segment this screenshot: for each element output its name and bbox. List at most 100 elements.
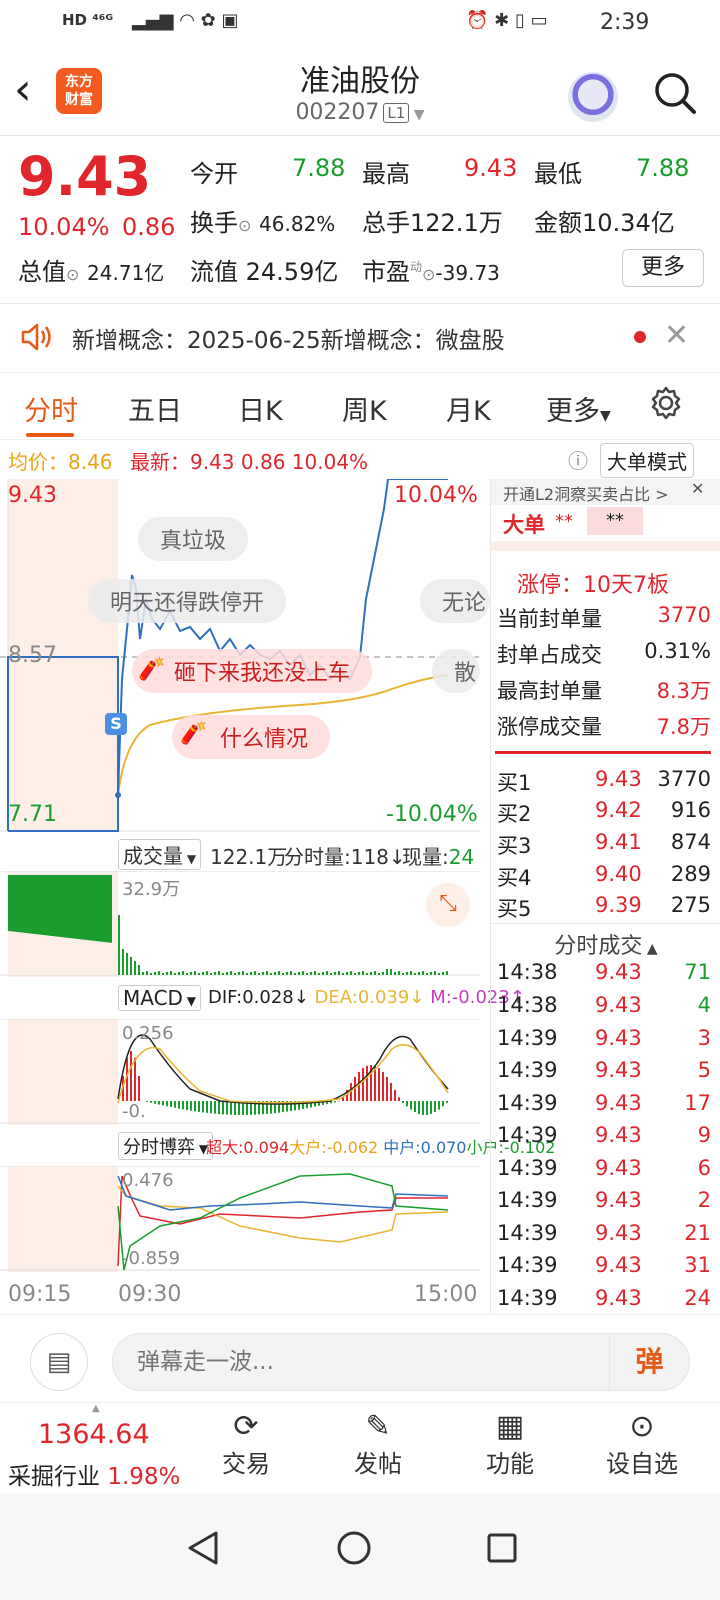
volume-bar <box>302 971 304 975</box>
turnover-value: 46.82% <box>259 212 336 236</box>
macd-bar <box>182 1101 184 1110</box>
danmu-bubble[interactable]: 散 <box>432 649 481 693</box>
bid-label: 买3 <box>497 834 532 858</box>
stock-code: 002207 <box>295 100 380 125</box>
macd-bar <box>402 1101 404 1103</box>
volume-bar <box>186 973 188 975</box>
chart-tabs: 分时 五日 日K 周K 月K 更多▼ <box>0 372 720 440</box>
volume-bar <box>162 973 164 975</box>
tick-time: 14:39 <box>497 1286 558 1310</box>
macd-panel[interactable]: MACD ▼ DIF:0.028↓ DEA:0.039↓ M:-0.023↑ 0… <box>0 985 525 1148</box>
danmu-input[interactable] <box>137 1346 597 1378</box>
clock: 2:39 <box>600 10 650 35</box>
big-order-mode-button[interactable]: 大单模式 <box>600 443 694 478</box>
y-axis-top: 9.43 <box>8 483 57 508</box>
volume-bar <box>410 971 412 975</box>
macd-bar <box>430 1101 432 1114</box>
expand-icon[interactable]: ⤡ <box>426 883 470 927</box>
danmu-input-wrap: 弹 <box>112 1333 690 1391</box>
macd-bar <box>170 1101 172 1108</box>
signal-s-icon[interactable]: S <box>105 713 127 735</box>
macd-selector-label: MACD <box>123 986 183 1010</box>
high-label: 最高 <box>362 160 410 188</box>
volume-bar <box>430 972 432 975</box>
macd-bar <box>134 1057 136 1101</box>
settings-gear-icon[interactable] <box>648 385 684 421</box>
tick-time: 14:39 <box>497 1156 558 1180</box>
volume-bar <box>338 971 340 975</box>
macd-histogram <box>122 1051 448 1115</box>
volume-total: 122.1万 <box>210 845 288 869</box>
close-icon[interactable]: ✕ <box>664 318 689 353</box>
tick-price: 9.43 <box>595 1058 642 1082</box>
robot-assistant-icon[interactable] <box>568 72 618 122</box>
l2-banner[interactable]: 开通L2洞察买卖占比 > ✕ <box>491 479 720 505</box>
stat-value: 7.8万 <box>656 715 711 739</box>
latest-pct: 10.04% <box>291 450 369 474</box>
tab-more[interactable]: 更多▼ <box>546 389 611 428</box>
nav-post[interactable]: ✎ 发帖 <box>328 1409 428 1479</box>
open-label: 今开 <box>190 160 238 188</box>
bid-divider <box>495 751 711 754</box>
notice-bar[interactable]: 新增概念：2025-06-25新增概念：微盘股 ✕ <box>0 304 720 372</box>
search-icon[interactable] <box>652 70 698 116</box>
capital-game-panel[interactable]: 分时博弈 ▼ 超大:0.094大户:-0.062 中户:0.070小户:-0.1… <box>0 1132 555 1307</box>
volume-bar <box>190 972 192 975</box>
volume-bar <box>442 972 444 975</box>
danmu-settings-icon[interactable]: ▤ <box>30 1333 88 1391</box>
nav-functions[interactable]: ▦ 功能 <box>460 1409 560 1479</box>
bid-volume: 916 <box>670 798 711 822</box>
volume-bar <box>154 972 156 975</box>
tab-intraday[interactable]: 分时 <box>24 389 78 428</box>
volume-selector[interactable]: 成交量 ▼ <box>118 839 202 870</box>
close-icon[interactable]: ✕ <box>691 479 704 498</box>
home-circle-icon[interactable] <box>336 1530 372 1566</box>
ticks-header[interactable]: 分时成交 ▲ <box>491 923 720 960</box>
back-triangle-icon[interactable] <box>186 1530 220 1566</box>
edit-icon: ✎ <box>365 1409 391 1444</box>
tab-five-day[interactable]: 五日 <box>128 389 182 428</box>
status-bar: HD ⁴⁶ᴳ ▂▄▆ ◠ ✿ ▣ ⏰ ✱ ▯ ▭ 2:39 <box>0 0 720 46</box>
macd-bar <box>154 1101 156 1104</box>
volume-bar <box>126 953 128 975</box>
recents-square-icon[interactable] <box>486 1532 518 1564</box>
tick-time: 14:39 <box>497 1026 558 1050</box>
volume-bar <box>366 973 368 975</box>
intraday-chart[interactable]: 9.43 8.57 7.71 10.04% -10.04% S 真垃圾 明天还得… <box>0 478 490 851</box>
danmu-send-button[interactable]: 弹 <box>609 1334 689 1390</box>
nav-add-watchlist-label: 设自选 <box>606 1450 678 1478</box>
volume-bar <box>138 965 140 975</box>
caret-down-icon: ▼ <box>183 852 197 866</box>
bid-label: 买2 <box>497 802 532 826</box>
macd-selector[interactable]: MACD ▼ <box>118 985 201 1011</box>
game-selector[interactable]: 分时博弈 ▼ <box>118 1132 214 1160</box>
tick-price: 9.43 <box>595 960 642 984</box>
danmu-bubble[interactable]: 明天还得跌停开 <box>88 579 287 623</box>
index-pct: 1.98% <box>107 1464 181 1490</box>
danmu-bubble[interactable]: 真垃圾 <box>138 517 249 561</box>
help-icon[interactable]: ⓘ <box>568 445 588 474</box>
macd-bar <box>198 1101 200 1112</box>
tick-time: 14:39 <box>497 1221 558 1245</box>
tick-volume: 6 <box>697 1156 711 1180</box>
tab-weekly-k[interactable]: 周K <box>342 389 387 428</box>
volume-bar <box>294 973 296 975</box>
info-icon[interactable]: ⊙ <box>238 216 251 235</box>
nav-trade[interactable]: ⟳ 交易 <box>196 1409 296 1479</box>
info-icon[interactable]: ⊙ <box>66 265 79 284</box>
volume-value: 122.1万 <box>410 209 503 237</box>
volume-bar <box>346 972 348 975</box>
danmu-bubble[interactable]: 无论 <box>420 579 490 623</box>
volume-bar <box>166 972 168 975</box>
volume-panel[interactable]: 成交量 ▼ 122.1万 分时量:118↓ 现量:24 32.9万 ⤡ <box>0 839 490 1001</box>
tab-monthly-k[interactable]: 月K <box>446 389 491 428</box>
nav-add-watchlist[interactable]: ⊙ 设自选 <box>592 1409 692 1479</box>
macd-bar <box>206 1101 208 1113</box>
danmu-bubble[interactable]: 砸下来我还没上车 <box>132 649 373 693</box>
macd-bar <box>390 1083 392 1101</box>
volume-bar <box>134 961 136 975</box>
tab-daily-k[interactable]: 日K <box>238 389 283 428</box>
more-button[interactable]: 更多 <box>622 249 704 287</box>
macd-bar <box>398 1097 400 1101</box>
info-icon[interactable]: ⊙ <box>422 265 435 284</box>
